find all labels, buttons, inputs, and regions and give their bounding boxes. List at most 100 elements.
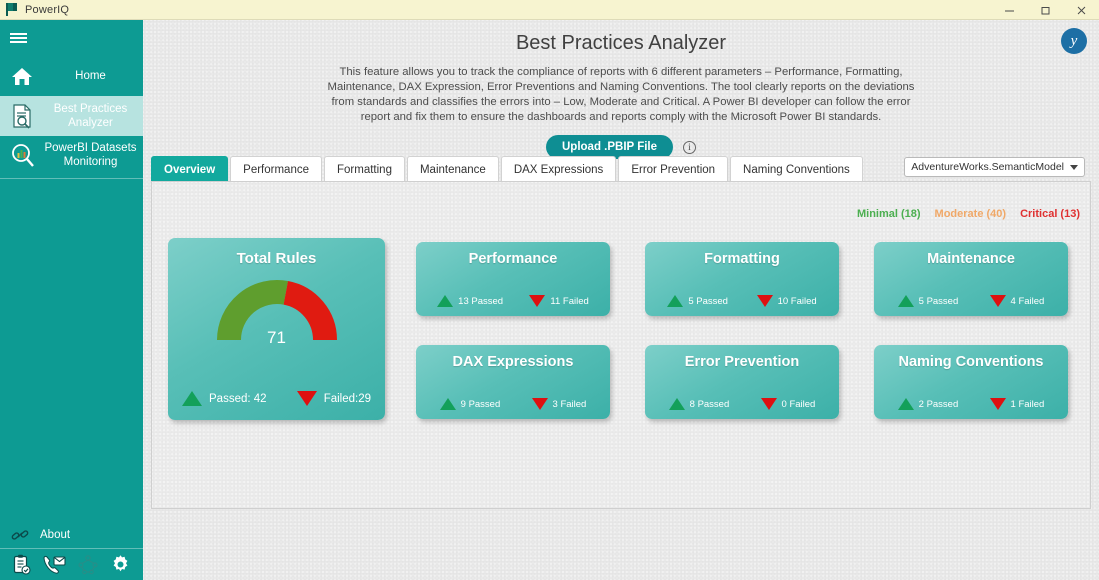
- total-rules-passed-label: Passed: 42: [209, 392, 267, 405]
- hamburger-icon[interactable]: [0, 20, 143, 56]
- tab-overview[interactable]: Overview: [151, 156, 229, 183]
- info-icon[interactable]: i: [683, 140, 696, 154]
- tab-maintenance[interactable]: Maintenance: [406, 156, 499, 183]
- maximize-button[interactable]: [1027, 0, 1063, 20]
- sidebar-item-about-label: About: [40, 528, 71, 541]
- sidebar-item-home[interactable]: Home: [0, 56, 143, 96]
- card-dax-expressions-stats: 9 Passed 3 Failed: [416, 398, 610, 410]
- app-title: PowerIQ: [25, 3, 70, 16]
- error-prevention-passed-label: 8 Passed: [689, 398, 730, 410]
- application-window: PowerIQ Home Best Practices Analyzer Pow…: [0, 0, 1099, 580]
- sidebar-item-powerbi-datasets-monitoring[interactable]: PowerBI Datasets Monitoring: [0, 136, 143, 179]
- window-controls: [991, 0, 1099, 20]
- sidebar-item-powerbi-datasets-monitoring-label: PowerBI Datasets Monitoring: [44, 142, 137, 168]
- triangle-up-icon: [182, 391, 202, 406]
- maintenance-passed-label: 5 Passed: [918, 295, 959, 307]
- card-maintenance[interactable]: Maintenance 5 Passed 4 Failed: [874, 242, 1068, 316]
- card-naming-conventions[interactable]: Naming Conventions 2 Passed 1 Failed: [874, 345, 1068, 419]
- chevron-down-icon: [1070, 164, 1078, 170]
- triangle-up-icon: [897, 295, 914, 307]
- card-dax-expressions-title: DAX Expressions: [452, 354, 574, 370]
- total-rules-gauge: 71: [216, 278, 337, 347]
- performance-failed-label: 11 Failed: [550, 295, 589, 307]
- total-rules-gauge-value: 71: [267, 328, 286, 347]
- performance-passed-label: 13 Passed: [458, 295, 504, 307]
- dax-expressions-failed: 3 Failed: [531, 398, 586, 410]
- sidebar-item-best-practices-analyzer[interactable]: Best Practices Analyzer: [0, 96, 143, 136]
- phone-mail-icon[interactable]: [42, 555, 66, 574]
- formatting-passed: 5 Passed: [667, 295, 728, 307]
- triangle-down-icon: [531, 398, 548, 410]
- card-performance[interactable]: Performance 13 Passed 11 Failed: [416, 242, 610, 316]
- tab-naming-conventions[interactable]: Naming Conventions: [730, 156, 863, 183]
- maintenance-passed: 5 Passed: [897, 295, 959, 307]
- triangle-down-icon: [760, 398, 777, 410]
- total-rules-failed: Failed:29: [296, 391, 371, 406]
- clipboard-check-icon[interactable]: [12, 554, 31, 575]
- sidebar-item-best-practices-analyzer-label: Best Practices Analyzer: [53, 103, 128, 129]
- avatar[interactable]: y: [1061, 28, 1087, 54]
- triangle-down-icon: [989, 295, 1006, 307]
- severity-legend: Minimal (18) Moderate (40) Critical (13): [857, 208, 1080, 220]
- sidebar-bottom-icon-bar: [0, 549, 143, 580]
- legend-moderate: Moderate (40): [934, 208, 1007, 220]
- network-diagram-icon[interactable]: [77, 554, 99, 575]
- formatting-passed-label: 5 Passed: [688, 295, 728, 307]
- title-bar: PowerIQ: [0, 0, 1099, 20]
- performance-failed: 11 Failed: [529, 295, 589, 307]
- tab-performance[interactable]: Performance: [230, 156, 322, 183]
- total-rules-passed: Passed: 42: [182, 391, 267, 406]
- card-formatting-title: Formatting: [704, 251, 780, 267]
- maintenance-failed-label: 4 Failed: [1010, 295, 1045, 307]
- sidebar-item-home-label: Home: [75, 70, 106, 82]
- tab-bar: Overview Performance Formatting Maintena…: [151, 156, 863, 183]
- total-rules-failed-label: Failed:29: [323, 392, 371, 405]
- minimize-button[interactable]: [991, 0, 1027, 20]
- triangle-up-icon: [437, 295, 454, 307]
- dax-expressions-passed-label: 9 Passed: [460, 398, 501, 410]
- page-description: This feature allows you to track the com…: [327, 66, 915, 123]
- card-total-rules[interactable]: Total Rules 71 Passed: 42 Failed:29: [168, 238, 385, 420]
- legend-minimal: Minimal (18): [856, 208, 921, 220]
- formatting-failed-label: 10 Failed: [777, 295, 817, 307]
- triangle-up-icon: [668, 398, 685, 410]
- card-formatting-stats: 5 Passed 10 Failed: [645, 295, 839, 307]
- card-performance-stats: 13 Passed 11 Failed: [416, 295, 610, 307]
- card-formatting[interactable]: Formatting 5 Passed 10 Failed: [645, 242, 839, 316]
- document-search-icon: [0, 103, 44, 129]
- magnifier-chart-icon: [0, 142, 44, 168]
- tab-dax-expressions[interactable]: DAX Expressions: [500, 156, 617, 183]
- semantic-model-value: AdventureWorks.SemanticModel: [911, 161, 1064, 173]
- triangle-down-icon: [296, 391, 317, 406]
- triangle-down-icon: [529, 295, 546, 307]
- card-naming-conventions-stats: 2 Passed 1 Failed: [874, 398, 1068, 410]
- triangle-down-icon: [756, 295, 773, 307]
- error-prevention-passed: 8 Passed: [668, 398, 730, 410]
- triangle-up-icon: [667, 295, 684, 307]
- tab-error-prevention[interactable]: Error Prevention: [618, 156, 729, 183]
- card-total-rules-stats: Passed: 42 Failed:29: [168, 391, 385, 406]
- legend-critical: Critical (13): [1020, 208, 1080, 220]
- tab-formatting[interactable]: Formatting: [324, 156, 405, 183]
- card-naming-conventions-title: Naming Conventions: [898, 354, 1044, 370]
- card-error-prevention-title: Error Prevention: [684, 354, 800, 370]
- card-maintenance-title: Maintenance: [927, 251, 1015, 267]
- main-content: y Best Practices Analyzer This feature a…: [143, 20, 1099, 580]
- semantic-model-dropdown[interactable]: AdventureWorks.SemanticModel: [904, 157, 1085, 177]
- home-icon: [0, 66, 44, 86]
- app-logo-icon: [6, 3, 19, 16]
- sidebar: Home Best Practices Analyzer PowerBI Dat…: [0, 20, 143, 580]
- page-title: Best Practices Analyzer: [515, 32, 727, 54]
- performance-passed: 13 Passed: [437, 295, 503, 307]
- sidebar-item-about[interactable]: About: [0, 521, 143, 549]
- gear-icon[interactable]: [110, 554, 131, 575]
- close-button[interactable]: [1063, 0, 1099, 20]
- naming-conventions-failed: 1 Failed: [989, 398, 1044, 410]
- card-total-rules-title: Total Rules: [236, 250, 317, 267]
- card-performance-title: Performance: [468, 251, 558, 267]
- card-error-prevention-stats: 8 Passed 0 Failed: [645, 398, 839, 410]
- card-dax-expressions[interactable]: DAX Expressions 9 Passed 3 Failed: [416, 345, 610, 419]
- overview-panel: Minimal (18) Moderate (40) Critical (13)…: [151, 181, 1091, 509]
- card-error-prevention[interactable]: Error Prevention 8 Passed 0 Failed: [645, 345, 839, 419]
- maintenance-failed: 4 Failed: [989, 295, 1045, 307]
